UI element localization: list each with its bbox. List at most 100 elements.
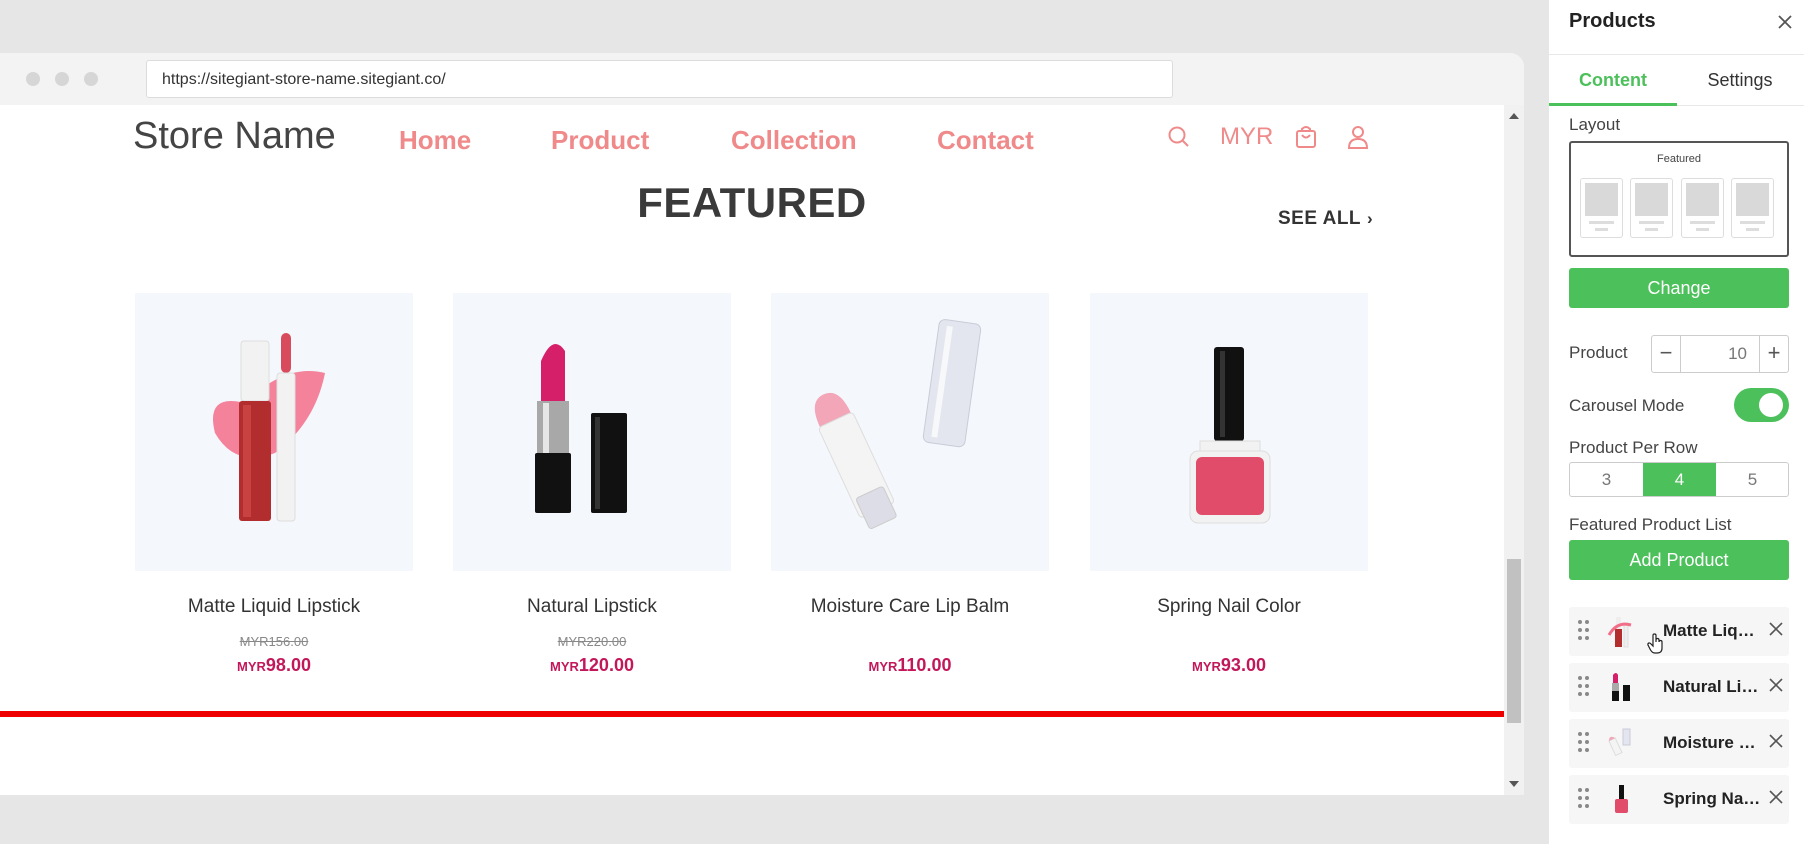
cart-icon[interactable] (1295, 125, 1317, 154)
drag-handle-icon[interactable] (1578, 620, 1590, 642)
remove-icon[interactable] (1769, 678, 1783, 697)
featured-list-item[interactable]: Natural Lipstick (1569, 663, 1789, 712)
featured-list-item[interactable]: Matte Liquid Lipstick (1569, 607, 1789, 656)
section-divider (0, 711, 1504, 717)
nav-collection[interactable]: Collection (731, 125, 857, 156)
price-currency: MYR (1192, 659, 1221, 674)
layout-thumb-icon (1580, 178, 1623, 238)
close-icon[interactable] (1777, 14, 1793, 35)
nav-product[interactable]: Product (551, 125, 649, 156)
product-name[interactable]: Matte Liquid Lipstick (135, 596, 413, 618)
user-icon[interactable] (1347, 125, 1369, 154)
remove-icon[interactable] (1769, 622, 1783, 641)
preview-scrollbar[interactable] (1504, 105, 1524, 795)
browser-window: https://sitegiant-store-name.sitegiant.c… (0, 53, 1524, 795)
change-layout-button[interactable]: Change (1569, 268, 1789, 308)
product-price: MYR110.00 (771, 655, 1049, 676)
remove-icon[interactable] (1769, 790, 1783, 809)
price-currency: MYR (868, 659, 898, 674)
plus-icon[interactable]: + (1760, 336, 1788, 372)
nav-home[interactable]: Home (399, 125, 471, 156)
window-dot-icon (84, 72, 98, 86)
panel-title: Products (1569, 10, 1656, 32)
product-old-price: MYR220.00 (557, 634, 627, 649)
product-card[interactable]: Natural Lipstick MYR220.00 MYR120.00 (453, 293, 731, 676)
price-currency: MYR (550, 659, 579, 674)
drag-handle-icon[interactable] (1578, 676, 1590, 698)
price-amount: 98.00 (265, 655, 311, 675)
product-card[interactable]: Matte Liquid Lipstick MYR156.00 MYR98.00 (135, 293, 413, 676)
product-thumbnail (1607, 617, 1632, 648)
layout-thumb-icon (1731, 178, 1774, 238)
product-thumbnail (1612, 673, 1630, 701)
drag-handle-icon[interactable] (1578, 788, 1590, 810)
scroll-up-icon[interactable] (1509, 113, 1519, 119)
product-price: MYR93.00 (1090, 655, 1368, 676)
per-row-option-3[interactable]: 3 (1570, 463, 1643, 496)
window-dot-icon (55, 72, 69, 86)
store-name[interactable]: Store Name (133, 115, 336, 158)
drag-handle-icon[interactable] (1578, 732, 1590, 754)
layout-preview[interactable]: Featured (1569, 141, 1789, 257)
featured-item-name: Spring Nail Color (1663, 789, 1763, 808)
per-row-label: Product Per Row (1569, 438, 1698, 457)
product-thumbnail (1608, 728, 1631, 757)
minus-icon[interactable]: − (1652, 336, 1680, 372)
layout-thumb-icon (1630, 178, 1673, 238)
product-price: MYR98.00 (135, 655, 413, 676)
featured-item-name: Natural Lipstick (1663, 677, 1763, 696)
per-row-selector: 3 4 5 (1569, 462, 1789, 497)
see-all-label: SEE ALL (1278, 208, 1362, 229)
product-card[interactable]: Moisture Care Lip Balm MYR110.00 (771, 293, 1049, 676)
product-image[interactable] (453, 293, 731, 571)
products-settings-panel: Products Content Settings Layout Feature… (1549, 0, 1804, 844)
featured-list-label: Featured Product List (1569, 515, 1732, 534)
featured-item-name: Moisture Care Lip Balm (1663, 733, 1763, 752)
address-bar[interactable]: https://sitegiant-store-name.sitegiant.c… (146, 60, 1173, 98)
tab-content[interactable]: Content (1549, 55, 1677, 106)
product-thumbnail (1615, 785, 1628, 813)
scrollbar-thumb[interactable] (1507, 559, 1521, 723)
featured-item-name: Matte Liquid Lipstick (1663, 621, 1763, 640)
product-image[interactable] (1090, 293, 1368, 571)
browser-toolbar: https://sitegiant-store-name.sitegiant.c… (0, 53, 1524, 105)
chevron-right-icon: › (1367, 209, 1374, 228)
product-name[interactable]: Moisture Care Lip Balm (771, 596, 1049, 618)
price-currency: MYR (237, 659, 266, 674)
tab-settings[interactable]: Settings (1676, 55, 1804, 106)
hand-cursor-icon (1647, 633, 1665, 660)
nav-contact[interactable]: Contact (937, 125, 1034, 156)
see-all-link[interactable]: SEE ALL › (1278, 208, 1373, 230)
product-name[interactable]: Natural Lipstick (453, 596, 731, 618)
featured-list-item[interactable]: Moisture Care Lip Balm (1569, 719, 1789, 768)
price-amount: 120.00 (578, 655, 634, 675)
product-image[interactable] (135, 293, 413, 571)
product-price: MYR120.00 (453, 655, 731, 676)
price-amount: 93.00 (1220, 655, 1266, 675)
carousel-mode-toggle[interactable] (1734, 388, 1789, 422)
product-count-value[interactable]: 10 (1680, 336, 1760, 372)
product-old-price (771, 634, 1049, 650)
product-image[interactable] (771, 293, 1049, 571)
add-product-button[interactable]: Add Product (1569, 540, 1789, 580)
window-dot-icon (26, 72, 40, 86)
remove-icon[interactable] (1769, 734, 1783, 753)
currency-selector[interactable]: MYR (1220, 123, 1273, 151)
featured-list-item[interactable]: Spring Nail Color (1569, 775, 1789, 824)
per-row-option-4[interactable]: 4 (1643, 463, 1716, 496)
search-icon[interactable] (1168, 125, 1190, 154)
product-old-price: MYR156.00 (239, 634, 309, 649)
scroll-down-icon[interactable] (1509, 781, 1519, 787)
product-name[interactable]: Spring Nail Color (1090, 596, 1368, 618)
store-preview: Store Name Home Product Collection Conta… (0, 105, 1504, 795)
carousel-mode-label: Carousel Mode (1569, 396, 1685, 415)
product-count-stepper[interactable]: − 10 + (1651, 335, 1789, 373)
layout-label: Layout (1569, 115, 1621, 134)
per-row-option-5[interactable]: 5 (1716, 463, 1789, 496)
panel-tabs: Content Settings (1549, 54, 1804, 106)
layout-thumb-icon (1681, 178, 1724, 238)
product-card[interactable]: Spring Nail Color MYR93.00 (1090, 293, 1368, 676)
product-count-label: Product (1569, 343, 1628, 362)
price-amount: 110.00 (897, 655, 952, 675)
layout-preview-title: Featured (1656, 153, 1702, 165)
